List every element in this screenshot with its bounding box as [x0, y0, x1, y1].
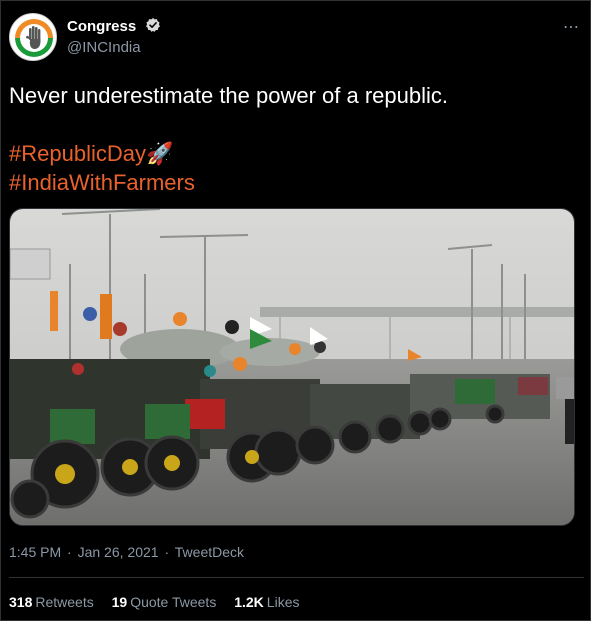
hashtag-republicday[interactable]: #RepublicDay — [9, 139, 146, 168]
more-options-icon[interactable]: ⋯ — [563, 17, 580, 37]
tweet-text: Never underestimate the power of a repub… — [9, 83, 449, 108]
retweets-label: Retweets — [35, 594, 94, 610]
quotes-label: Quote Tweets — [130, 594, 217, 610]
tractor-rally-photo — [10, 209, 574, 525]
quote-tweets-stat[interactable]: 19 Quote Tweets — [112, 594, 221, 610]
author-names: Congress @INCIndia — [67, 17, 161, 56]
avatar[interactable] — [9, 13, 57, 61]
tweet-stats: 318 Retweets 19 Quote Tweets 1.2K Likes — [9, 594, 313, 610]
retweets-stat[interactable]: 318 Retweets — [9, 594, 98, 610]
meta-separator: · — [67, 544, 72, 560]
hashtag-indiawithfarmers[interactable]: #IndiaWithFarmers — [9, 168, 195, 197]
meta-separator-2: · — [164, 544, 170, 560]
divider — [9, 577, 584, 578]
likes-label: Likes — [266, 594, 300, 610]
tweet-body: Never underestimate the power of a repub… — [9, 81, 584, 197]
quotes-count: 19 — [111, 594, 128, 610]
tweet-meta: 1:45 PM · Jan 26, 2021 · TweetDeck — [9, 544, 246, 560]
tweet-photo[interactable] — [9, 208, 575, 526]
text-spacer — [9, 110, 584, 139]
likes-stat[interactable]: 1.2K Likes — [234, 594, 299, 610]
verified-badge-icon — [145, 18, 160, 32]
likes-count: 1.2K — [234, 594, 264, 610]
rocket-emoji: 🚀 — [145, 141, 174, 166]
author-display-name[interactable]: Congress — [67, 18, 136, 35]
tweet-date[interactable]: Jan 26, 2021 — [78, 544, 159, 560]
author-handle[interactable]: @INCIndia — [67, 39, 161, 56]
tweet-header: Congress @INCIndia ⋯ — [9, 13, 584, 63]
congress-hand-logo-icon — [15, 19, 53, 57]
tweet-source[interactable]: TweetDeck — [175, 544, 244, 560]
tweet-card: Congress @INCIndia ⋯ Never underestimate… — [0, 0, 591, 621]
retweets-count: 318 — [9, 594, 33, 610]
tweet-time[interactable]: 1:45 PM — [9, 544, 61, 560]
